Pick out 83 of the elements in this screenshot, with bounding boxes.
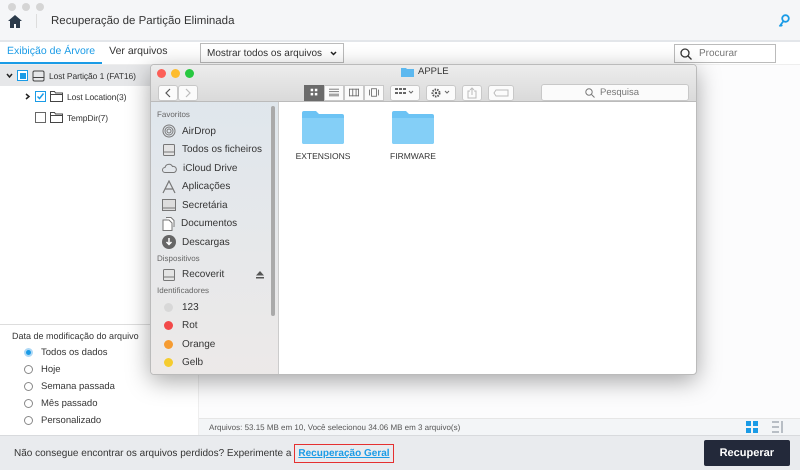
radio-label[interactable]: Todos os dados [41,347,108,358]
gallery-view-button[interactable] [364,84,384,100]
checkbox[interactable] [17,70,28,81]
tab[interactable]: Ver arquivos [102,42,175,64]
folder-icon [401,66,414,76]
radio-label[interactable]: Semana passada [41,381,115,392]
recover-button[interactable]: Recuperar [704,440,790,466]
eject-icon[interactable] [256,270,264,279]
back-button[interactable] [158,84,178,100]
radio-button[interactable] [24,382,33,391]
home-icon[interactable] [8,14,22,28]
airdrop-icon [162,124,176,138]
action-gear-button[interactable] [426,84,456,100]
radio-label[interactable]: Hoje [41,364,61,375]
drive-icon [162,268,176,282]
tree-item-label[interactable]: Lost Location(3) [67,92,126,102]
drive-icon [32,70,45,82]
sidebar-item[interactable]: 123 [182,302,199,313]
key-icon[interactable] [778,14,790,28]
zoom-button[interactable] [185,68,194,78]
gear-icon [431,88,451,98]
folder-outline-icon [50,112,63,123]
sidebar-item[interactable]: Descargas [182,236,230,248]
radio-label[interactable]: Personalizado [41,415,102,426]
folder-icon[interactable] [391,110,435,144]
apps-icon [162,180,176,194]
drive-icon [162,142,176,157]
checkbox[interactable] [35,112,46,123]
share-icon [467,86,477,98]
search-icon [680,48,692,60]
download-icon [162,235,176,250]
caret-icon [330,50,338,56]
radio-button[interactable] [24,365,33,374]
list-icon [329,88,339,97]
scrollbar[interactable] [271,106,275,316]
sidebar-item[interactable]: AirDrop [182,126,216,137]
sidebar-heading: Identificadores [157,286,210,295]
documents-icon [162,216,175,231]
filter-title: Data de modificação do arquivo [12,331,140,341]
cloud-icon [162,163,177,174]
sidebar-heading: Favoritos [157,110,191,119]
folder-name[interactable]: FIRMWARE [390,151,436,161]
columns-icon [349,88,359,97]
radio-label[interactable]: Mês passado [41,398,98,409]
column-view-button[interactable] [344,84,364,100]
tag-button[interactable] [488,84,514,100]
window-title: Recuperação de Partição Eliminada [51,15,234,27]
list-view-button[interactable] [324,84,344,100]
sidebar-item[interactable]: Rot [182,320,198,332]
grid-view-icon[interactable] [746,421,758,433]
sidebar-item[interactable]: iCloud Drive [183,162,238,174]
folder-icon[interactable] [301,110,345,144]
filter-dropdown[interactable]: Mostrar todos os arquivos [200,43,344,63]
sidebar-item[interactable]: Gelb [182,357,204,368]
checkbox[interactable] [35,91,46,102]
share-button[interactable] [462,84,482,100]
finder-title: APPLE [418,66,449,77]
hint-text: Não consegue encontrar os arquivos perdidos? Experimente a [14,448,292,458]
folder-name[interactable]: EXTENSIONS [296,151,350,161]
grid-caret-icon [395,88,415,97]
tag-icon [493,88,509,96]
radio-button[interactable] [24,399,33,408]
grid-icon [309,88,319,97]
sidebar-item[interactable]: Aplicações [182,181,230,192]
sidebar-item[interactable]: Orange [182,338,216,350]
list-view-icon[interactable] [772,421,784,433]
status-text: Arquivos: 53.15 MB em 10, Você selecionou 34.06 MB em 3 arquivo(s) [209,422,460,432]
icon-view-button[interactable] [304,84,324,100]
radio-button[interactable] [24,416,33,425]
tree-item-label[interactable]: TempDir(7) [67,112,108,122]
search-icon [585,88,595,98]
close-button[interactable] [157,68,166,78]
sidebar-item[interactable]: Recoverit [182,269,224,280]
desktop-icon [162,199,176,212]
sidebar-heading: Dispositivos [157,254,201,262]
folder-outline-icon [50,91,63,102]
gallery-icon [369,88,379,97]
sidebar-item[interactable]: Secretária [182,200,228,211]
finder-search-field[interactable]: Pesquisa [541,84,689,101]
search-field[interactable]: Procurar [674,44,776,62]
sidebar-item[interactable]: Todos os ficheiros [182,144,262,156]
arrange-button[interactable] [390,84,420,100]
sidebar-item[interactable]: Documentos [181,218,238,230]
